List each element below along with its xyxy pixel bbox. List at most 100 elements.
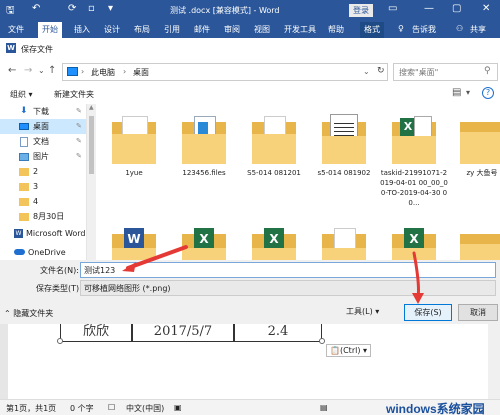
tab-references[interactable]: 引用 bbox=[164, 24, 180, 35]
document-scrollbar[interactable] bbox=[488, 324, 500, 399]
nav-item-desktop[interactable]: 桌面 ✎ bbox=[0, 119, 86, 134]
folder-icon: X bbox=[252, 228, 296, 260]
filetype-select[interactable]: 可移植网络图形 (*.png) bbox=[80, 280, 496, 296]
table-cell-value[interactable]: 2.4 bbox=[234, 324, 322, 342]
file-item[interactable]: 1yue bbox=[99, 116, 169, 178]
computer-icon bbox=[67, 67, 78, 76]
help-icon[interactable]: ? bbox=[482, 87, 494, 99]
hide-folders-button[interactable]: ⌃ 隐藏文件夹 bbox=[4, 308, 53, 319]
breadcrumb-desktop[interactable]: 桌面 bbox=[133, 67, 149, 78]
nav-item-word[interactable]: W Microsoft Word bbox=[0, 226, 86, 241]
file-item[interactable]: X taskid-21991071-2019-04-01 00_00_00-TO… bbox=[379, 116, 449, 208]
pin-icon: ✎ bbox=[76, 137, 82, 145]
clipboard-icon: 📋 bbox=[330, 346, 340, 355]
redo-icon[interactable]: ⟳ bbox=[68, 3, 76, 14]
tab-help[interactable]: 帮助 bbox=[328, 24, 344, 35]
undo-icon[interactable]: ↶ bbox=[32, 3, 40, 14]
chevron-down-icon[interactable]: ⌄ bbox=[363, 67, 370, 76]
filename-input[interactable]: 测试123 bbox=[80, 262, 496, 278]
save-button[interactable]: 保存(S) bbox=[404, 304, 452, 321]
folder-icon bbox=[19, 183, 29, 191]
nav-item-folder-2[interactable]: 2 bbox=[0, 164, 86, 179]
tab-layout[interactable]: 布局 bbox=[134, 24, 150, 35]
new-folder-button[interactable]: 新建文件夹 bbox=[54, 89, 94, 100]
proofing-icon[interactable]: ☐ bbox=[108, 403, 115, 412]
file-item[interactable] bbox=[309, 228, 379, 260]
folder-icon bbox=[460, 116, 500, 168]
word-icon: W bbox=[124, 228, 144, 250]
nav-item-label: 4 bbox=[33, 197, 39, 206]
nav-item-folder-3[interactable]: 3 bbox=[0, 179, 86, 194]
tools-button[interactable]: 工具(L) ▾ bbox=[346, 306, 379, 317]
nav-item-pictures[interactable]: 图片 ✎ bbox=[0, 149, 86, 164]
resize-handle[interactable] bbox=[319, 338, 325, 344]
file-item[interactable] bbox=[447, 228, 500, 260]
file-item[interactable]: S5-014 081201 bbox=[239, 116, 309, 178]
tab-file[interactable]: 文件 bbox=[8, 24, 24, 35]
file-name: 1yue bbox=[125, 169, 143, 177]
nav-item-folder-4[interactable]: 4 bbox=[0, 194, 86, 209]
new-doc-icon[interactable]: ▫ bbox=[88, 3, 95, 14]
watermark-logo: windows系统家园 bbox=[386, 402, 485, 415]
tab-home[interactable]: 开始 bbox=[38, 22, 62, 38]
word-count[interactable]: 0 个字 bbox=[70, 403, 94, 414]
nav-item-downloads[interactable]: ⬇ 下载 ✎ bbox=[0, 104, 86, 119]
minimize-icon[interactable]: — bbox=[424, 3, 434, 14]
read-mode-icon[interactable]: ▤ bbox=[320, 403, 328, 412]
navigation-pane: ⬇ 下载 ✎ 桌面 ✎ 文档 ✎ 图片 ✎ 2 3 4 8月30日 W Micr… bbox=[0, 104, 96, 260]
search-input[interactable]: 搜索"桌面" ⚲ bbox=[393, 63, 498, 81]
view-options-icon[interactable]: ▤ bbox=[452, 87, 461, 98]
table-cell-date[interactable]: 2017/5/7 bbox=[132, 324, 234, 342]
nav-item-label: 桌面 bbox=[33, 122, 49, 131]
chevron-down-icon[interactable]: ▾ bbox=[466, 88, 470, 97]
maximize-icon[interactable]: ▢ bbox=[452, 3, 461, 14]
table-cell-name[interactable]: 欣欣 bbox=[60, 324, 132, 342]
nav-item-onedrive[interactable]: OneDrive bbox=[0, 245, 86, 260]
cancel-button[interactable]: 取消 bbox=[458, 304, 498, 321]
scroll-thumb[interactable] bbox=[89, 116, 94, 174]
recent-locations-icon[interactable]: ⌄ bbox=[38, 66, 45, 75]
macro-icon[interactable]: ▣ bbox=[174, 403, 182, 412]
nav-scrollbar[interactable]: ▲ bbox=[86, 104, 96, 260]
file-item[interactable]: X bbox=[239, 228, 309, 260]
file-item[interactable]: X bbox=[379, 228, 449, 260]
document-page[interactable]: 欣欣 2017/5/7 2.4 📋(Ctrl) ▾ bbox=[8, 324, 488, 399]
tell-me-box[interactable]: 告诉我 bbox=[412, 24, 436, 35]
file-item[interactable]: W bbox=[99, 228, 169, 260]
tab-mailings[interactable]: 邮件 bbox=[194, 24, 210, 35]
tab-view[interactable]: 视图 bbox=[254, 24, 270, 35]
login-button[interactable]: 登录 bbox=[349, 4, 373, 17]
up-icon[interactable]: ↑ bbox=[48, 65, 56, 76]
paste-options-button[interactable]: 📋(Ctrl) ▾ bbox=[326, 344, 372, 357]
tab-format[interactable]: 格式 bbox=[360, 22, 384, 38]
nav-item-label: 下载 bbox=[33, 107, 49, 116]
organize-button[interactable]: 组织 ▾ bbox=[10, 89, 33, 100]
tab-insert[interactable]: 插入 bbox=[74, 24, 90, 35]
file-item[interactable]: 123456.files bbox=[169, 116, 239, 178]
file-item[interactable]: s5-014 081902 bbox=[309, 114, 379, 178]
folder-icon: X bbox=[392, 228, 436, 260]
ribbon-display-icon[interactable]: ▭ bbox=[388, 3, 397, 14]
scroll-up-icon[interactable]: ▲ bbox=[89, 104, 94, 111]
close-icon[interactable]: ✕ bbox=[482, 3, 490, 14]
nav-item-folder-aug30[interactable]: 8月30日 bbox=[0, 209, 86, 224]
tab-developer[interactable]: 开发工具 bbox=[284, 24, 316, 35]
breadcrumb-this-pc[interactable]: 此电脑 bbox=[91, 67, 115, 78]
address-bar[interactable]: › 此电脑 › 桌面 ⌄ ↻ bbox=[62, 63, 388, 81]
window-title: 测试 .docx [兼容模式] - Word bbox=[170, 6, 280, 15]
hide-folders-label: 隐藏文件夹 bbox=[13, 309, 54, 318]
forward-icon[interactable]: → bbox=[24, 65, 32, 76]
tab-design[interactable]: 设计 bbox=[104, 24, 120, 35]
tab-review[interactable]: 审阅 bbox=[224, 24, 240, 35]
file-item[interactable]: zy 大鱼号 bbox=[447, 116, 500, 178]
save-icon[interactable]: 🖫 bbox=[6, 3, 15, 20]
back-icon[interactable]: ← bbox=[8, 65, 16, 76]
file-item[interactable]: X bbox=[169, 228, 239, 260]
share-button[interactable]: 共享 bbox=[470, 24, 486, 35]
refresh-icon[interactable]: ↻ bbox=[377, 66, 385, 76]
customize-qat-icon[interactable]: ▾ bbox=[108, 3, 113, 14]
resize-handle[interactable] bbox=[57, 338, 63, 344]
language[interactable]: 中文(中国) bbox=[126, 403, 164, 414]
nav-item-documents[interactable]: 文档 ✎ bbox=[0, 134, 86, 149]
page-count[interactable]: 第1页，共1页 bbox=[6, 403, 56, 414]
